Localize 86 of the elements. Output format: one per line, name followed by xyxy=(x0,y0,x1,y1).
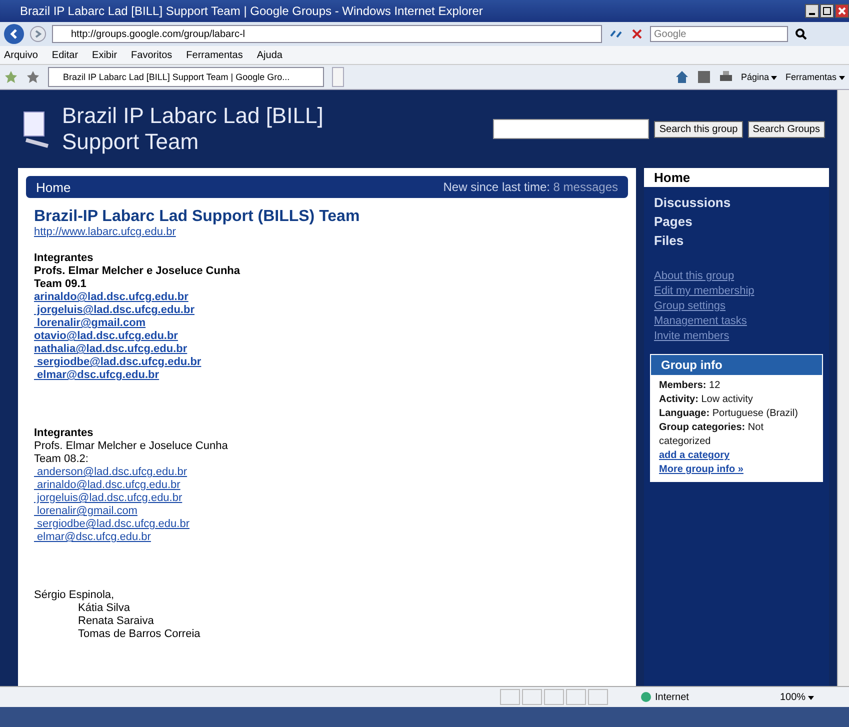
caret-icon xyxy=(839,76,845,80)
menu-item[interactable]: Exibir xyxy=(92,50,118,60)
email-link[interactable]: nathalia@lad.dsc.ufcg.edu.br xyxy=(34,343,188,356)
group-info-title: Group info xyxy=(651,355,822,375)
caret-icon xyxy=(808,696,814,700)
email-link[interactable]: lorenalir@gmail.com xyxy=(34,317,146,330)
zoom-level[interactable]: 100% xyxy=(780,692,814,702)
email-link[interactable]: sergiodbe@lad.dsc.ufcg.edu.br xyxy=(34,518,190,531)
menu-item[interactable]: Arquivo xyxy=(4,50,38,60)
new-messages-link[interactable]: 8 messages xyxy=(553,180,618,194)
email-link[interactable]: otavio@lad.dsc.ufcg.edu.br xyxy=(34,330,178,343)
status-pane xyxy=(544,689,564,705)
team-label: Team 08.2: xyxy=(34,453,90,466)
sidebar-link[interactable]: Invite members xyxy=(654,330,819,342)
team-label: Team 09.1 xyxy=(34,278,88,291)
globe-icon xyxy=(640,691,652,703)
email-link[interactable]: sergiodbe@lad.dsc.ufcg.edu.br xyxy=(34,356,202,369)
group-info-link[interactable]: More group info » xyxy=(659,463,814,477)
print-icon[interactable] xyxy=(718,70,733,84)
group-info-line: Group categories: Not categorized xyxy=(659,421,764,449)
add-favorite-icon[interactable] xyxy=(26,70,40,84)
group-search-field[interactable] xyxy=(493,119,650,139)
email-link[interactable]: elmar@dsc.ufcg.edu.br xyxy=(34,369,160,382)
favorites-star-icon[interactable] xyxy=(4,70,18,84)
professors-text: Profs. Elmar Melcher e Joseluce Cunha xyxy=(34,265,242,278)
professors-text: Profs. Elmar Melcher e Joseluce Cunha xyxy=(34,440,229,453)
status-pane xyxy=(588,689,608,705)
new-messages-text: New since last time: 8 messages xyxy=(443,180,618,194)
members-label: Integrantes xyxy=(34,252,94,265)
website-link[interactable]: http://www.labarc.ufcg.edu.br xyxy=(34,226,176,239)
sidebar-nav-item[interactable]: Pages xyxy=(644,212,829,231)
sidebar-nav-item[interactable]: Discussions xyxy=(644,193,829,212)
person-name: Kátia Silva xyxy=(77,602,131,615)
search-icon[interactable] xyxy=(794,27,808,41)
menu-item[interactable]: Favoritos xyxy=(131,50,172,60)
status-pane xyxy=(566,689,586,705)
group-title: Support Team xyxy=(62,129,200,155)
search-button[interactable]: Search Groups xyxy=(748,120,825,138)
email-link[interactable]: arinaldo@lad.dsc.ufcg.edu.br xyxy=(34,479,180,492)
back-button[interactable] xyxy=(4,24,24,44)
browser-tab[interactable]: Brazil IP Labarc Lad [BILL] Support Team | Google Gro... xyxy=(48,67,324,87)
command-menu[interactable]: Ferramentas xyxy=(785,72,845,82)
email-link[interactable]: anderson@lad.dsc.ufcg.edu.br xyxy=(34,466,188,479)
status-pane xyxy=(522,689,542,705)
members-label: Integrantes xyxy=(34,427,94,440)
command-menu[interactable]: Página xyxy=(740,72,778,82)
person-name: Tomas de Barros Correia xyxy=(77,628,202,641)
window-title: Brazil IP Labarc Lad [BILL] Support Team | Google Groups - Windows Internet Explorer xyxy=(20,4,484,18)
person-name: Sérgio Espinola, xyxy=(34,589,116,602)
sidebar-link[interactable]: About this group xyxy=(654,270,819,282)
group-info-line: Activity: Low activity xyxy=(659,393,754,407)
email-link[interactable]: arinaldo@lad.dsc.ufcg.edu.br xyxy=(34,291,188,304)
scrollbar[interactable] xyxy=(837,90,849,686)
home-icon[interactable] xyxy=(674,70,689,84)
menu-item[interactable]: Editar xyxy=(52,50,78,60)
close-button[interactable] xyxy=(835,4,849,18)
address-field[interactable]: http://groups.google.com/group/labarc-l xyxy=(52,25,602,43)
caret-icon xyxy=(771,76,778,80)
group-info-line: Members: 12 xyxy=(659,379,722,393)
group-info-line: Language: Portuguese (Brazil) xyxy=(659,407,799,421)
home-label: Home xyxy=(36,180,71,194)
stop-icon[interactable] xyxy=(630,27,644,41)
group-heading: Brazil-IP Labarc Lad Support (BILLS) Team xyxy=(34,208,361,226)
sidebar-nav-item[interactable]: Home xyxy=(644,168,829,187)
forward-button[interactable] xyxy=(30,26,46,42)
security-zone: Internet xyxy=(640,691,770,703)
sidebar-link[interactable]: Group settings xyxy=(654,300,819,312)
minimize-button[interactable] xyxy=(805,4,819,18)
menu-item[interactable]: Ajuda xyxy=(256,50,282,60)
group-title: Brazil IP Labarc Lad [BILL] xyxy=(62,103,324,129)
search-field[interactable]: Google xyxy=(650,26,788,42)
email-link[interactable]: jorgeluis@lad.dsc.ufcg.edu.br xyxy=(34,304,194,317)
group-info-link[interactable]: add a category xyxy=(659,449,814,463)
maximize-button[interactable] xyxy=(820,4,834,18)
email-link[interactable]: lorenalir@gmail.com xyxy=(34,505,138,518)
status-pane xyxy=(500,689,520,705)
search-button[interactable]: Search this group xyxy=(654,120,743,138)
person-name: Renata Saraiva xyxy=(77,615,155,628)
email-link[interactable]: elmar@dsc.ufcg.edu.br xyxy=(34,531,151,544)
email-link[interactable]: jorgeluis@lad.dsc.ufcg.edu.br xyxy=(34,492,182,505)
sidebar-link[interactable]: Edit my membership xyxy=(654,285,819,297)
close-icon xyxy=(838,7,846,15)
menu-item[interactable]: Ferramentas xyxy=(186,50,243,60)
maximize-icon xyxy=(823,7,831,15)
sidebar-nav-item[interactable]: Files xyxy=(644,231,829,250)
sidebar-link[interactable]: Management tasks xyxy=(654,315,819,327)
